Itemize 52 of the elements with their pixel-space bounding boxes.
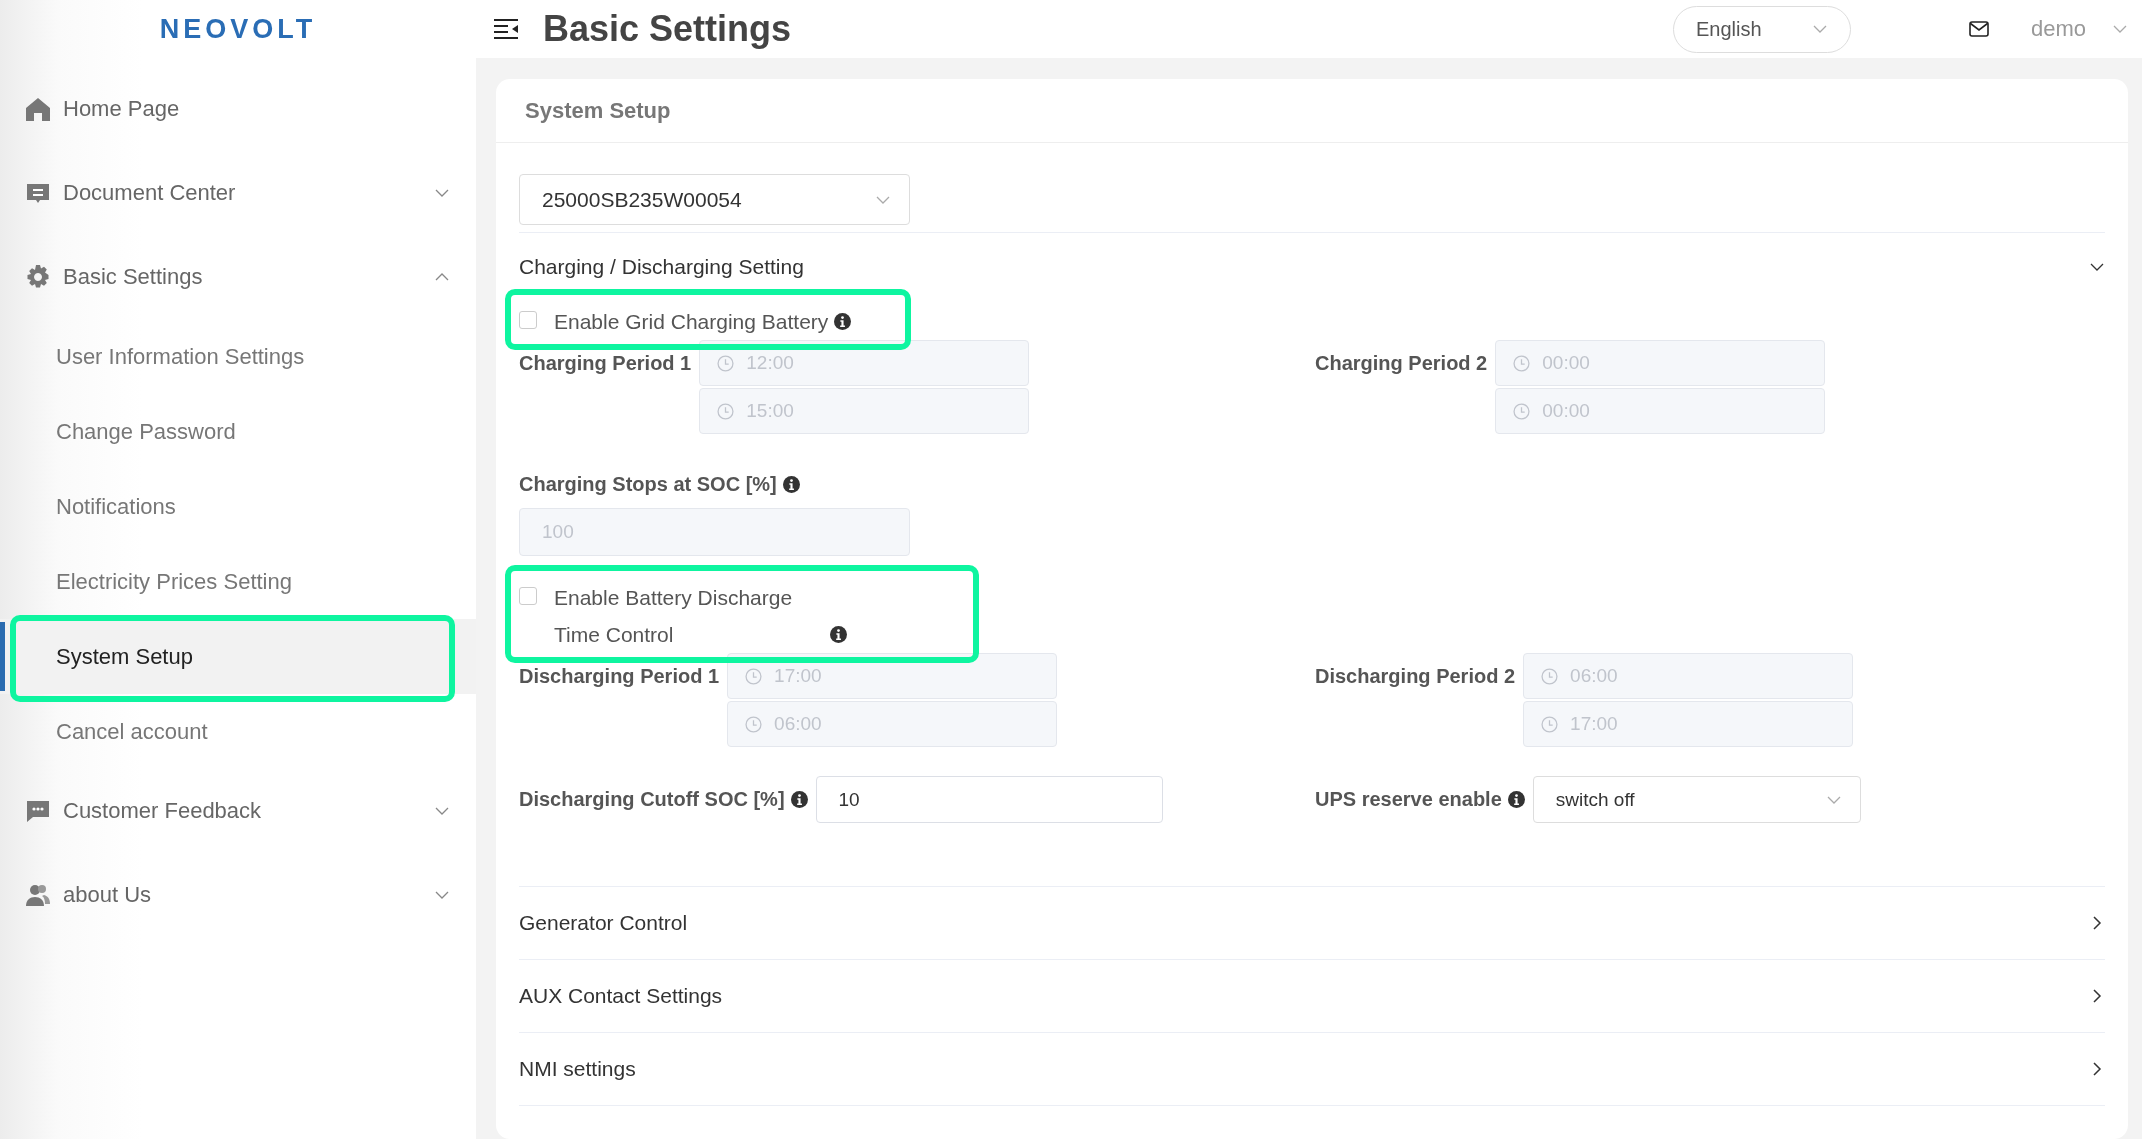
menu-icon[interactable]: [493, 18, 519, 40]
settings-icon: [25, 264, 51, 290]
device-select[interactable]: 25000SB235W00054: [519, 174, 910, 225]
sidebar-item[interactable]: Electricity Prices Setting: [0, 544, 476, 619]
field-label: Charging Stops at SOC [%]: [519, 473, 777, 496]
sidebar-item[interactable]: Change Password: [0, 394, 476, 469]
cutoff-input[interactable]: 10: [815, 776, 1163, 823]
sidebar-item[interactable]: about Us: [0, 853, 476, 937]
sidebar-item[interactable]: Basic Settings: [0, 235, 476, 319]
checkbox[interactable]: [519, 587, 537, 605]
field-label: Discharging Period 2: [1315, 665, 1516, 689]
sidebar-item[interactable]: Customer Feedback: [0, 769, 476, 853]
clock-icon: [717, 402, 735, 420]
sidebar-item[interactable]: Document Center: [0, 151, 476, 235]
chat-bubble-icon: [25, 798, 51, 824]
ups-select[interactable]: switch off: [1532, 776, 1861, 823]
checkbox-label: Enable Grid Charging Battery: [554, 309, 829, 335]
sidebar-item[interactable]: System Setup: [0, 619, 476, 694]
clock-icon: [1513, 354, 1531, 372]
field-label: Charging Period 2: [1315, 352, 1488, 376]
checkbox[interactable]: [519, 311, 537, 329]
clock-icon: [1541, 715, 1559, 733]
sidebar-item[interactable]: Notifications: [0, 469, 476, 544]
info-icon: [830, 626, 847, 643]
field-label: Discharging Period 1: [519, 665, 720, 689]
user-menu[interactable]: demo: [2030, 16, 2086, 42]
clock-icon: [717, 354, 735, 372]
card-title: System Setup: [496, 79, 2128, 143]
section-title[interactable]: Charging / Discharging Setting: [519, 255, 804, 279]
users-icon: [25, 882, 51, 908]
section-title[interactable]: Generator Control: [519, 911, 688, 935]
clock-icon: [1541, 667, 1559, 685]
clock-icon: [745, 667, 763, 685]
logo: NEOVOLT: [159, 14, 317, 45]
sidebar-item[interactable]: Cancel account: [0, 694, 476, 769]
info-icon: [782, 476, 800, 493]
field-label: UPS reserve enable: [1315, 788, 1502, 811]
field-label: Discharging Cutoff SOC [%]: [519, 788, 785, 811]
sidebar-item[interactable]: Home Page: [0, 67, 476, 151]
info-icon: [790, 791, 808, 808]
info-icon: [834, 313, 852, 330]
info-icon: [1507, 791, 1525, 808]
section-title[interactable]: AUX Contact Settings: [519, 984, 723, 1008]
page-title: Basic Settings: [543, 8, 793, 50]
clock-icon: [1513, 402, 1531, 420]
checkbox-label: Enable Battery Discharge Time Control: [554, 585, 794, 648]
field-label: Charging Period 1: [519, 352, 692, 376]
sidebar-item[interactable]: User Information Settings: [0, 319, 476, 394]
mail-icon[interactable]: [1968, 21, 1989, 37]
clock-icon: [745, 715, 763, 733]
section-title[interactable]: NMI settings: [519, 1057, 636, 1081]
home-icon: [25, 96, 51, 122]
